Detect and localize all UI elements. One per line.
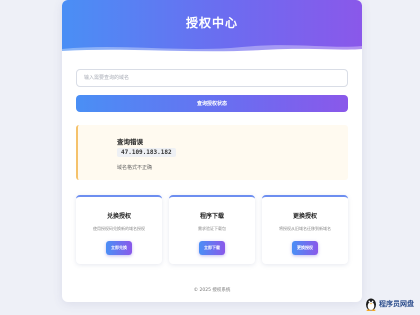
feature-card-download: 程序下载 需求验证下载包 立即下载 <box>169 195 255 264</box>
watermark-text: 程序员网盘 <box>379 300 414 308</box>
feature-card-redeem: 兑换授权 使用授权码兑换新的域名授权 立即兑换 <box>76 195 162 264</box>
feature-desc: 需求验证下载包 <box>198 226 226 231</box>
watermark: 程序员网盘 <box>365 297 414 311</box>
feature-title: 程序下载 <box>199 213 224 220</box>
query-status-button[interactable]: 查询授权状态 <box>76 95 348 112</box>
domain-input[interactable] <box>76 69 348 87</box>
wave-decoration <box>62 45 362 54</box>
feature-card-transfer: 更换授权 将授权从旧域名迁移到新域名 更换授权 <box>262 195 348 264</box>
penguin-icon <box>366 298 376 311</box>
header-banner: 授权中心 <box>62 0 362 54</box>
result-title: 查询错误 <box>117 138 143 146</box>
feature-desc: 将授权从旧域名迁移到新域名 <box>279 226 331 231</box>
page-title: 授权中心 <box>185 16 238 30</box>
redeem-button[interactable]: 立即兑换 <box>106 241 132 255</box>
result-ip-badge: 47.109.183.182 <box>117 148 176 157</box>
download-button[interactable]: 立即下载 <box>199 241 225 255</box>
feature-title: 兑换授权 <box>106 213 131 220</box>
result-panel: 查询错误 47.109.183.182 域名格式不正确 <box>76 125 348 180</box>
footer-copyright: © 2025 授权系统 <box>193 288 231 293</box>
feature-title: 更换授权 <box>292 213 317 220</box>
auth-card: 授权中心 查询授权状态 查询错误 47.109.183.182 域名格式不正确 … <box>62 0 362 302</box>
transfer-button[interactable]: 更换授权 <box>292 241 318 255</box>
result-message: 域名格式不正确 <box>117 165 153 171</box>
feature-desc: 使用授权码兑换新的域名授权 <box>93 226 145 231</box>
